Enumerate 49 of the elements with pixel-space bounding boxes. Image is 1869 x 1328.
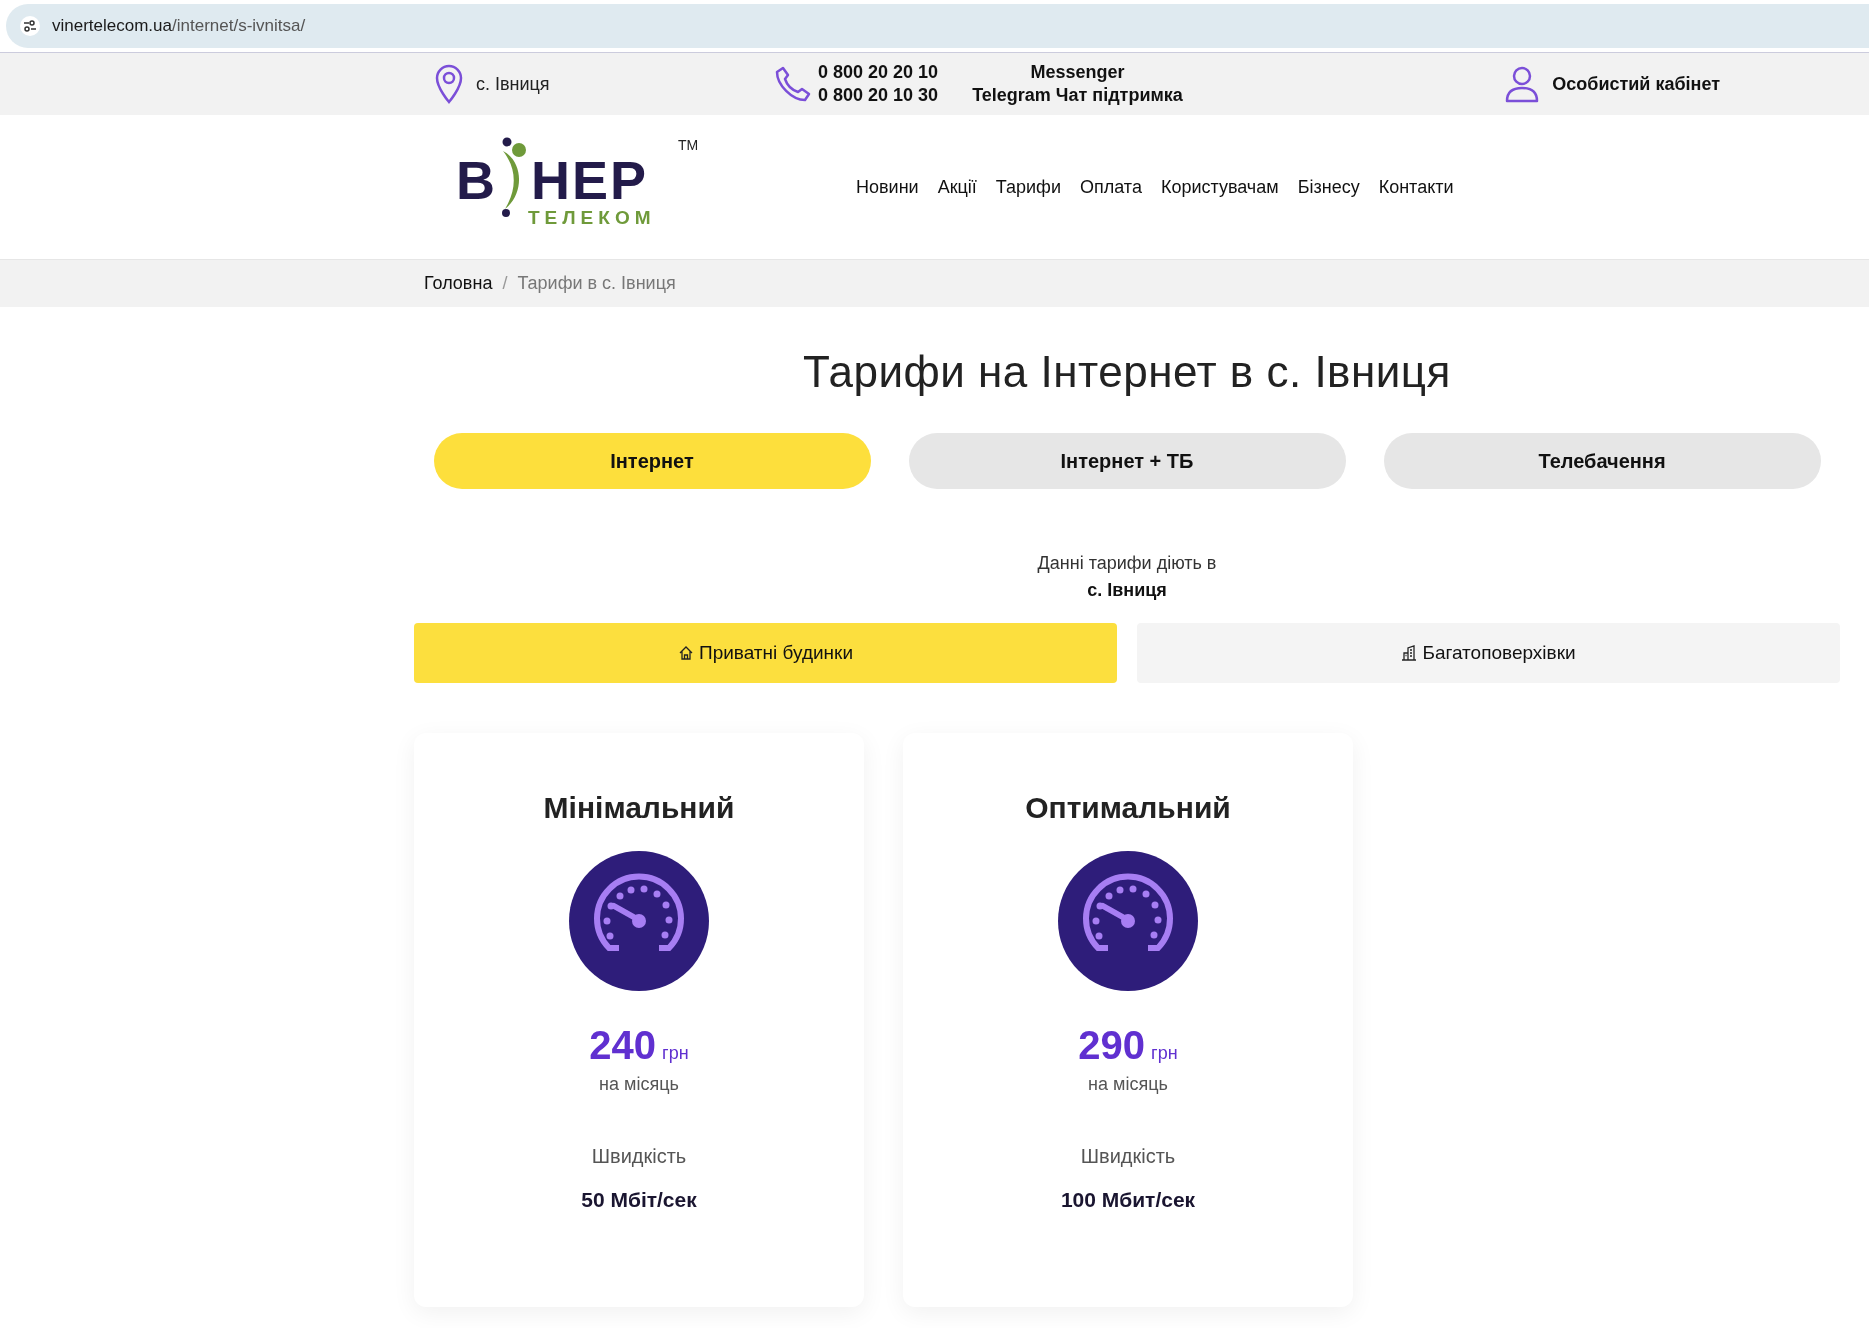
price-period: на місяць [1088, 1074, 1168, 1095]
plan-name: Мінімальний [543, 791, 735, 825]
logo-subtitle: ТЕЛЕКОМ [528, 207, 656, 229]
page-title: Тарифи на Інтернет в с. Івниця [803, 347, 1451, 397]
nav-link[interactable]: Контакти [1378, 176, 1454, 198]
speed-label: Швидкість [1080, 1145, 1176, 1168]
plan-speed: 100 Мбит/сек [1060, 1188, 1196, 1212]
notice-place: с. Івниця [1087, 580, 1167, 601]
speedometer-icon [569, 851, 709, 991]
messenger-link[interactable]: Messenger [1030, 62, 1125, 83]
plan-price: 240 [589, 1023, 657, 1068]
category-tab[interactable]: Інтернет [433, 433, 871, 489]
breadcrumb-separator: / [502, 273, 508, 294]
nav-link[interactable]: Новини [856, 176, 919, 198]
account-link[interactable]: Особистий кабінет [1552, 73, 1720, 95]
logo-letter: В [456, 153, 497, 207]
user-icon [1504, 65, 1541, 103]
nav-link[interactable]: Оплата [1079, 176, 1142, 198]
notice-text: Данні тарифи діють в [1037, 553, 1217, 574]
housing-tab[interactable]: Приватні будинки [414, 623, 1117, 683]
messenger-link[interactable]: Telegram Чат підтримка [972, 85, 1183, 106]
location-pin-icon [434, 64, 464, 104]
phone-number[interactable]: 0 800 20 10 30 [818, 85, 939, 106]
house-icon [678, 645, 694, 661]
plan-name: Оптимальний [1025, 791, 1231, 825]
phone-number[interactable]: 0 800 20 20 10 [818, 62, 939, 83]
url-text[interactable]: vinertelecom.ua/internet/s-ivnitsa/ [52, 16, 306, 36]
trademark-mark: TM [678, 137, 699, 153]
phone-icon [774, 65, 812, 103]
location-text[interactable]: с. Івниця [476, 73, 550, 95]
price-currency: грн [1151, 1043, 1178, 1064]
price-currency: грн [662, 1043, 689, 1064]
address-bar[interactable]: vinertelecom.ua/internet/s-ivnitsa/ [6, 4, 1869, 48]
category-tab[interactable]: Інтернет + ТБ [908, 433, 1346, 489]
plan-speed: 50 Мбіт/сек [581, 1188, 697, 1212]
breadcrumb-link[interactable]: Головна [424, 273, 493, 294]
site-settings-icon[interactable] [20, 16, 40, 36]
nav-link[interactable]: Бізнесу [1297, 176, 1360, 198]
speed-label: Швидкість [591, 1145, 687, 1168]
price-period: на місяць [599, 1074, 679, 1095]
speedometer-icon [1058, 851, 1198, 991]
plan-price: 290 [1078, 1023, 1146, 1068]
building-icon [1401, 645, 1418, 661]
logo-letters: НЕР [531, 153, 649, 207]
housing-tab[interactable]: Багатоповерхівки [1137, 623, 1840, 683]
nav-link[interactable]: Користувачам [1160, 176, 1279, 198]
nav-link[interactable]: Тарифи [995, 176, 1061, 198]
category-tab[interactable]: Телебачення [1383, 433, 1821, 489]
nav-link[interactable]: Акції [937, 176, 977, 198]
